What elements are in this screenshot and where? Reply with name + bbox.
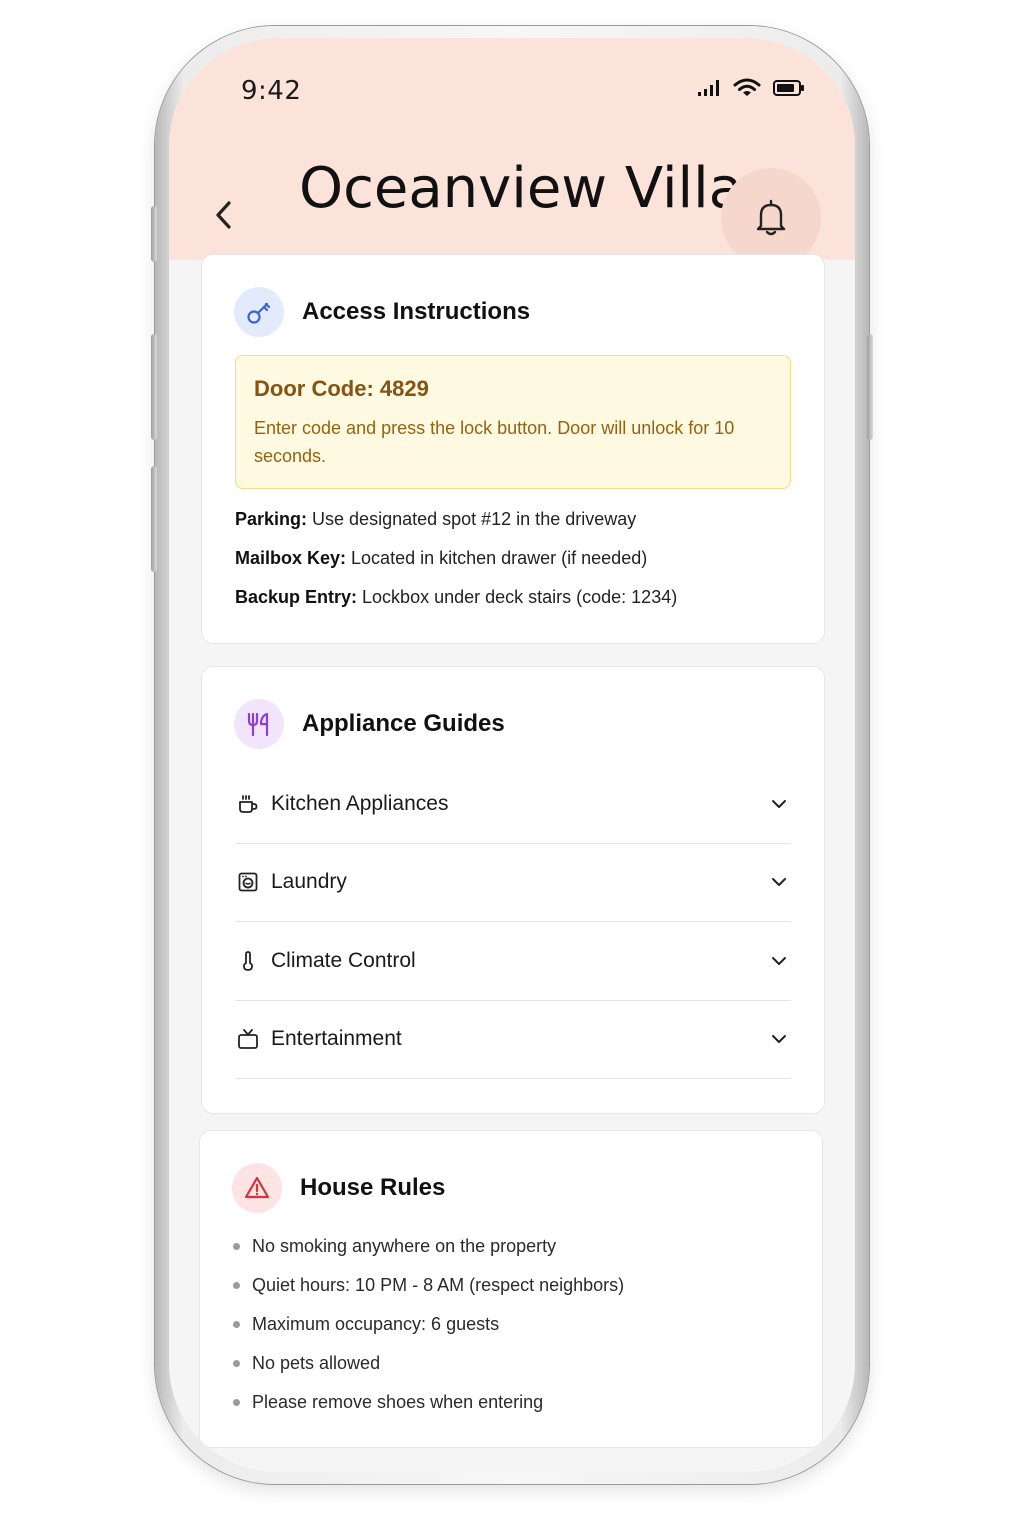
accordion-label: Laundry — [271, 870, 347, 894]
thermometer-icon — [237, 950, 259, 972]
bell-icon — [756, 199, 786, 236]
accordion-kitchen-appliances[interactable]: Kitchen Appliances — [235, 765, 791, 844]
volume-up-button — [151, 334, 157, 440]
appliance-guides-card: Appliance Guides Kitchen Appliances Laun… — [201, 666, 825, 1114]
rule-item: Quiet hours: 10 PM - 8 AM (respect neigh… — [233, 1266, 803, 1305]
chevron-down-icon — [769, 1029, 789, 1049]
accordion-entertainment[interactable]: Entertainment — [235, 1001, 791, 1079]
bullet — [233, 1282, 240, 1289]
door-code-description: Enter code and press the lock button. Do… — [254, 418, 735, 466]
rules-list: No smoking anywhere on the property Quie… — [233, 1227, 803, 1422]
accordion-label: Climate Control — [271, 948, 416, 972]
key-icon — [234, 287, 284, 337]
rule-item: Maximum occupancy: 6 guests — [233, 1305, 803, 1344]
chevron-down-icon — [769, 951, 789, 971]
rules-card-header: House Rules — [232, 1163, 445, 1213]
chevron-left-icon — [216, 201, 231, 229]
chevron-down-icon — [769, 794, 789, 814]
bullet — [233, 1360, 240, 1367]
rule-item: No pets allowed — [233, 1344, 803, 1383]
mute-switch — [151, 206, 157, 262]
battery-icon — [773, 79, 805, 101]
info-row-parking: Parking: Use designated spot #12 in the … — [235, 509, 637, 529]
accordion-label: Kitchen Appliances — [271, 791, 449, 815]
accordion-laundry[interactable]: Laundry — [235, 844, 791, 922]
notification-button[interactable] — [721, 168, 821, 268]
back-button[interactable] — [209, 198, 239, 232]
app-header: 9:42 Oceanview Villa — [169, 38, 855, 268]
chevron-down-icon — [769, 872, 789, 892]
washing-machine-icon — [237, 871, 259, 893]
door-code-box: Door Code: 4829 Enter code and press the… — [235, 355, 791, 489]
info-row-mailbox: Mailbox Key: Located in kitchen drawer (… — [235, 548, 648, 568]
house-rules-card: House Rules No smoking anywhere on the p… — [199, 1130, 823, 1448]
page-title: Oceanview Villa — [299, 156, 743, 221]
volume-down-button — [151, 466, 157, 572]
info-row-backup-entry: Backup Entry: Lockbox under deck stairs … — [235, 587, 678, 607]
door-code: Door Code: 4829 — [254, 376, 429, 401]
access-info-list: Parking: Use designated spot #12 in the … — [235, 507, 805, 624]
bullet — [233, 1321, 240, 1328]
screen: 9:42 Oceanview Villa Access Instructions… — [169, 38, 855, 1472]
access-card-header: Access Instructions — [234, 287, 530, 337]
status-time: 9:42 — [241, 76, 302, 106]
wifi-icon — [733, 78, 761, 102]
bullet — [233, 1243, 240, 1250]
access-card-title: Access Instructions — [302, 298, 531, 325]
appliance-card-title: Appliance Guides — [302, 710, 505, 737]
rule-item: Please remove shoes when entering — [233, 1383, 803, 1422]
bullet — [233, 1399, 240, 1406]
phone-frame: 9:42 Oceanview Villa Access Instructions… — [151, 26, 873, 1484]
power-button — [867, 334, 873, 440]
appliance-card-header: Appliance Guides — [234, 699, 505, 749]
access-instructions-card: Access Instructions Door Code: 4829 Ente… — [201, 254, 825, 644]
tv-icon — [237, 1028, 259, 1050]
warning-triangle-icon — [232, 1163, 282, 1213]
signal-icon — [697, 79, 721, 101]
rule-item: No smoking anywhere on the property — [233, 1227, 803, 1266]
utensils-icon — [234, 699, 284, 749]
appliance-accordion: Kitchen Appliances Laundry Climate Contr… — [235, 765, 791, 1079]
rules-card-title: House Rules — [300, 1174, 446, 1201]
coffee-cup-icon — [237, 793, 259, 815]
status-icons — [697, 78, 805, 102]
accordion-climate-control[interactable]: Climate Control — [235, 922, 791, 1001]
accordion-label: Entertainment — [271, 1027, 402, 1051]
